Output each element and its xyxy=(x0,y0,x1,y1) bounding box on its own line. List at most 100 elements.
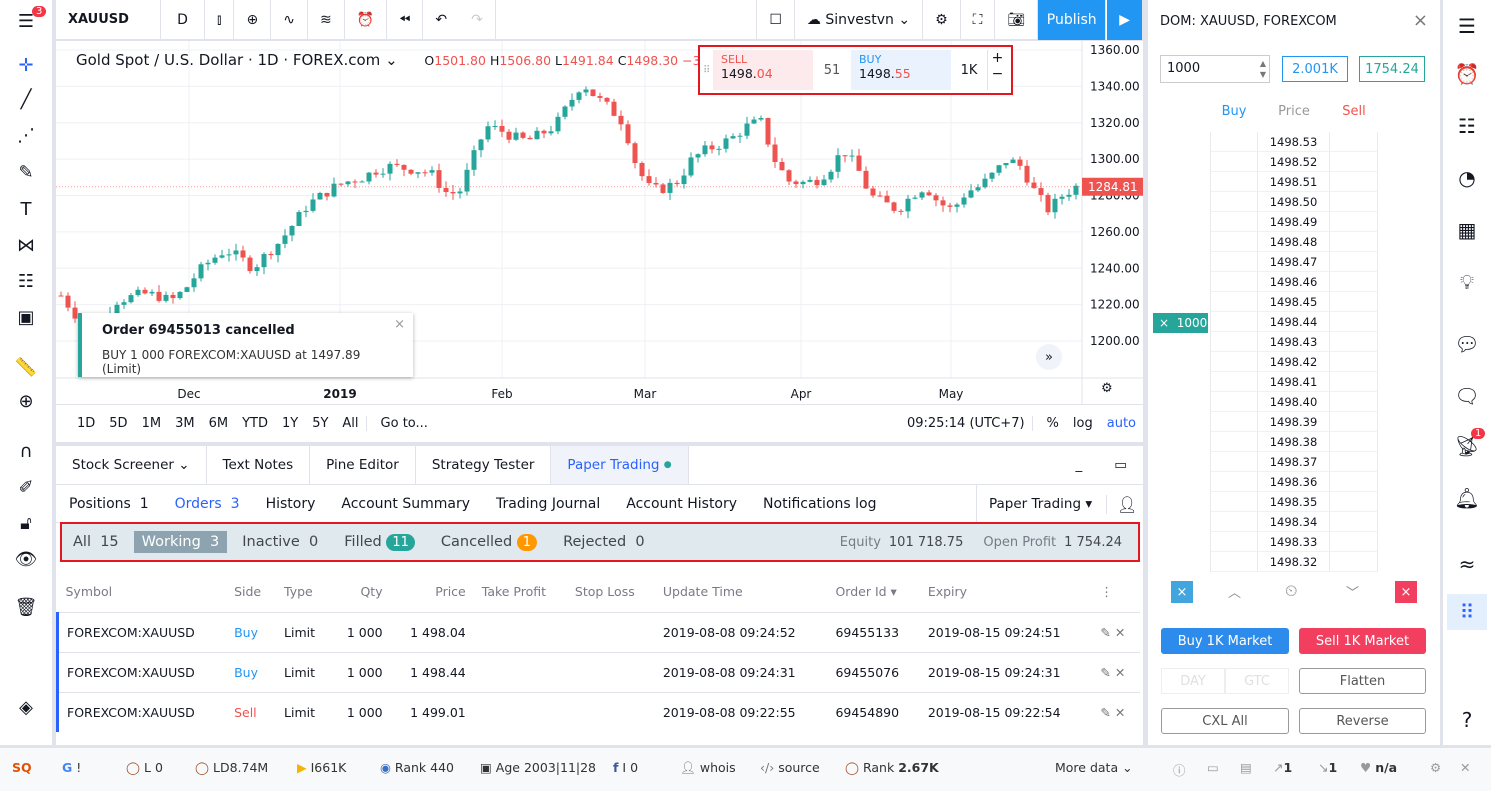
robots-metric[interactable]: ♥ n/a xyxy=(1360,760,1397,775)
templates-icon[interactable]: ≋ xyxy=(308,0,345,40)
indicators-icon[interactable]: ∿ xyxy=(271,0,308,40)
percent-toggle[interactable]: % xyxy=(1031,416,1066,431)
dom-order-marker[interactable]: × 1000 xyxy=(1153,313,1208,333)
filter-all[interactable]: All 15 xyxy=(62,534,130,550)
edit-icon[interactable]: ✎ xyxy=(1100,625,1110,640)
internal-links[interactable]: ↘1 xyxy=(1318,760,1337,775)
symbol-search[interactable]: XAUUSD xyxy=(56,0,161,40)
alarm-icon[interactable]: ⏰ xyxy=(1447,56,1487,92)
column-header[interactable]: Symbol xyxy=(58,572,227,612)
column-header[interactable]: Side xyxy=(226,572,276,612)
dom-row[interactable]: 1498.39 xyxy=(1210,412,1378,432)
subtab-positions[interactable]: Positions 1 xyxy=(56,496,162,512)
dom-sell-cell[interactable] xyxy=(1330,212,1378,232)
cancel-icon[interactable]: ✕ xyxy=(1115,625,1125,640)
range-all[interactable]: All xyxy=(335,416,365,431)
gear-icon[interactable]: ⚙ xyxy=(1430,760,1441,775)
dom-row[interactable]: 1498.40 xyxy=(1210,392,1378,412)
dom-buy-cell[interactable] xyxy=(1210,372,1258,392)
facebook-metric[interactable]: f I 0 xyxy=(613,760,638,775)
tab-stock-screener[interactable]: Stock Screener ⌄ xyxy=(56,446,207,484)
range-6m[interactable]: 6M xyxy=(202,416,236,431)
buy-market-button[interactable]: Buy 1K Market xyxy=(1161,628,1289,654)
watchlist-icon[interactable]: ☰ xyxy=(1447,8,1487,44)
data-window-icon[interactable]: ☷ xyxy=(1447,108,1487,144)
play-icon[interactable]: ▶ xyxy=(1106,0,1143,40)
dom-row[interactable]: 1498.33 xyxy=(1210,532,1378,552)
semrush-rank[interactable]: ◯ Rank 2.67K xyxy=(845,760,939,775)
dom-sell-cell[interactable] xyxy=(1330,552,1378,572)
chart-title[interactable]: Gold Spot / U.S. Dollar · 1D · FOREX.com xyxy=(76,51,380,69)
cancel-all-button[interactable]: CXL All xyxy=(1161,708,1289,734)
dom-sell-cell[interactable] xyxy=(1330,512,1378,532)
layers-icon[interactable]: ◈ xyxy=(6,690,46,724)
column-header[interactable]: Expiry xyxy=(920,572,1093,612)
dom-sell-cell[interactable] xyxy=(1330,352,1378,372)
dom-sell-cell[interactable] xyxy=(1330,432,1378,452)
lock-drawing-icon[interactable]: ✐ xyxy=(6,470,46,504)
dom-buy-cell[interactable] xyxy=(1210,132,1258,152)
dom-sell-cell[interactable] xyxy=(1330,232,1378,252)
dom-icon[interactable]: ⠿ xyxy=(1447,594,1487,630)
dom-row[interactable]: 1498.45 xyxy=(1210,292,1378,312)
help-icon[interactable]: ? xyxy=(1447,702,1487,738)
dom-row[interactable]: 1498.52 xyxy=(1210,152,1378,172)
range-3m[interactable]: 3M xyxy=(168,416,202,431)
dom-buy-cell[interactable] xyxy=(1210,172,1258,192)
dom-row[interactable]: 1498.32 xyxy=(1210,552,1378,572)
undo-icon[interactable]: ↶ xyxy=(423,0,459,40)
broker-select[interactable]: Paper Trading ▾ 👤︎ xyxy=(976,485,1143,523)
day-button[interactable]: DAY xyxy=(1161,668,1225,694)
center-icon[interactable]: ⏲ xyxy=(1285,581,1297,601)
dom-row[interactable]: 1498.51 xyxy=(1210,172,1378,192)
ideas-icon[interactable]: 💡︎ xyxy=(1447,264,1487,300)
report-icon[interactable]: ▤ xyxy=(1240,760,1252,775)
dom-row[interactable]: 1498.41 xyxy=(1210,372,1378,392)
maximize-icon[interactable]: ▭ xyxy=(1098,446,1143,484)
dom-sell-cell[interactable] xyxy=(1330,392,1378,412)
redo-icon[interactable]: ↷ xyxy=(459,0,496,40)
dom-row[interactable]: 1498.44 xyxy=(1210,312,1378,332)
dom-sell-cell[interactable] xyxy=(1330,532,1378,552)
dom-sell-cell[interactable] xyxy=(1330,412,1378,432)
dom-sell-cell[interactable] xyxy=(1330,152,1378,172)
dom-buy-cell[interactable] xyxy=(1210,212,1258,232)
google-index[interactable]: G ! xyxy=(62,760,81,775)
dom-sell-cell[interactable] xyxy=(1330,172,1378,192)
sell-market-button[interactable]: Sell 1K Market xyxy=(1299,628,1426,654)
dom-sell-cell[interactable] xyxy=(1330,292,1378,312)
dom-buy-cell[interactable] xyxy=(1210,152,1258,172)
filter-working[interactable]: Working 3 xyxy=(133,531,228,553)
user-icon[interactable]: 👤︎ xyxy=(1106,494,1137,514)
cancel-icon[interactable]: ✕ xyxy=(1115,665,1125,680)
dom-row[interactable]: 1498.53 xyxy=(1210,132,1378,152)
cancel-icon[interactable]: ✕ xyxy=(1115,705,1125,720)
column-header[interactable]: Qty xyxy=(331,572,391,612)
column-header[interactable]: Stop Loss xyxy=(567,572,655,612)
dom-sell-cell[interactable] xyxy=(1330,372,1378,392)
toast-close-icon[interactable]: × xyxy=(394,317,405,332)
qty-stepper[interactable]: ▲ ▼ xyxy=(1260,58,1266,80)
more-data-button[interactable]: More data ⌄ xyxy=(1055,760,1133,775)
range-5y[interactable]: 5Y xyxy=(305,416,335,431)
dom-buy-cell[interactable] xyxy=(1210,452,1258,472)
fullscreen-icon[interactable]: ⛶ xyxy=(961,0,996,40)
fullscreen-layout-icon[interactable]: ☐ xyxy=(756,0,795,40)
table-row[interactable]: FOREXCOM:XAUUSD Sell Limit 1 000 1 499.01 201… xyxy=(56,691,1140,732)
snapshot-icon[interactable]: 📷︎ xyxy=(995,0,1039,40)
zoom-in-icon[interactable]: ⊕ xyxy=(6,384,46,418)
calendar-icon[interactable]: ▦ xyxy=(1447,212,1487,248)
source-link[interactable]: ‹/› source xyxy=(760,760,820,775)
dom-row[interactable]: 1498.37 xyxy=(1210,452,1378,472)
lock-icon[interactable]: 🔓︎ xyxy=(6,506,46,540)
range-ytd[interactable]: YTD xyxy=(235,416,275,431)
edit-icon[interactable]: ✎ xyxy=(1100,665,1110,680)
notifications-icon[interactable]: 🔔︎ xyxy=(1447,480,1487,516)
eye-icon[interactable]: 👁︎ xyxy=(6,542,46,576)
table-row[interactable]: FOREXCOM:XAUUSD Buy Limit 1 000 1 498.44 2019… xyxy=(56,651,1140,692)
column-header[interactable]: Update Time xyxy=(655,572,828,612)
crosshair-icon[interactable]: ✛ xyxy=(6,48,46,82)
info-icon[interactable]: ⓘ xyxy=(1173,760,1186,779)
buy-qty-button[interactable]: 2.001K xyxy=(1282,56,1348,82)
settings-icon[interactable]: ⚙ xyxy=(923,0,961,40)
